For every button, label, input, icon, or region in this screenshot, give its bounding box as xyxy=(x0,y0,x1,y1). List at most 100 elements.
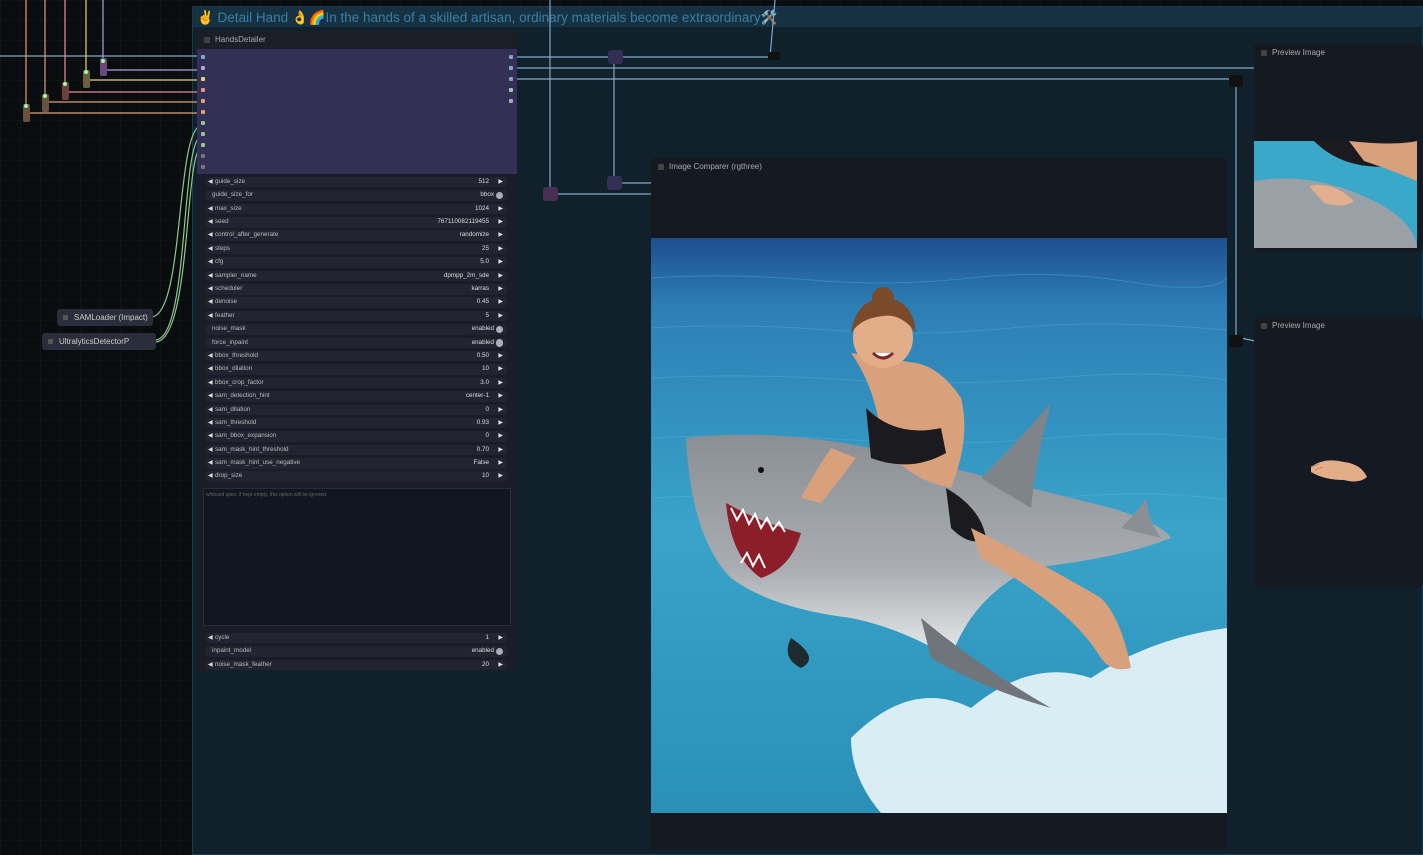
node-header[interactable]: Preview Image xyxy=(1254,317,1423,335)
increment-arrow-icon[interactable]: ▶ xyxy=(498,217,503,228)
input-slot[interactable] xyxy=(201,55,205,59)
decrement-arrow-icon[interactable]: ◀ xyxy=(208,405,213,416)
ultralytics-node[interactable]: UltralyticsDetectorP xyxy=(42,333,156,350)
decrement-arrow-icon[interactable]: ◀ xyxy=(208,297,213,308)
decrement-arrow-icon[interactable]: ◀ xyxy=(208,471,213,482)
widget-steps[interactable]: ◀ steps 25 ▶ xyxy=(205,243,508,255)
widget-seed[interactable]: ◀ seed 767110082119455 ▶ xyxy=(205,217,508,228)
input-slot[interactable] xyxy=(201,154,205,158)
output-slot[interactable] xyxy=(509,88,513,92)
toggle-knob[interactable] xyxy=(495,647,503,656)
toggle-knob[interactable] xyxy=(495,339,503,347)
decrement-arrow-icon[interactable]: ◀ xyxy=(208,364,213,375)
widget-sam-threshold[interactable]: ◀ sam_threshold 0.93 ▶ xyxy=(205,417,508,429)
increment-arrow-icon[interactable]: ▶ xyxy=(498,445,503,456)
decrement-arrow-icon[interactable]: ◀ xyxy=(208,458,213,469)
increment-arrow-icon[interactable]: ▶ xyxy=(498,297,503,308)
wildcard-textarea[interactable]: wildcard spec: if kept empty, this optio… xyxy=(203,488,511,626)
image-comparer-node[interactable]: Image Comparer (rgthree) xyxy=(651,158,1227,850)
increment-arrow-icon[interactable]: ▶ xyxy=(498,458,503,469)
increment-arrow-icon[interactable]: ▶ xyxy=(498,271,503,282)
toggle-knob[interactable] xyxy=(495,325,503,334)
decrement-arrow-icon[interactable]: ◀ xyxy=(208,204,213,215)
node-header[interactable]: Image Comparer (rgthree) xyxy=(651,158,1227,176)
widget-bbox-crop-factor[interactable]: ◀ bbox_crop_factor 3.0 ▶ xyxy=(205,377,508,389)
node-collapse-dot[interactable] xyxy=(658,164,664,170)
widget-max-size[interactable]: ◀ max_size 1024 ▶ xyxy=(205,203,508,215)
widget-drop-size[interactable]: ◀ drop_size 10 ▶ xyxy=(205,471,508,482)
node-collapse-dot[interactable] xyxy=(1261,50,1267,56)
preview-image-node-2[interactable]: Preview Image xyxy=(1254,317,1423,587)
comparer-image[interactable] xyxy=(651,238,1227,813)
decrement-arrow-icon[interactable]: ◀ xyxy=(208,351,213,362)
input-slot[interactable] xyxy=(201,66,205,70)
increment-arrow-icon[interactable]: ▶ xyxy=(498,378,503,389)
increment-arrow-icon[interactable]: ▶ xyxy=(498,311,503,322)
increment-arrow-icon[interactable]: ▶ xyxy=(498,257,503,268)
decrement-arrow-icon[interactable]: ◀ xyxy=(208,271,213,282)
widget-sam-mask-hint-use-negative[interactable]: ◀ sam_mask_hint_use_negative False ▶ xyxy=(205,458,508,469)
widget-cycle[interactable]: ◀ cycle 1 ▶ xyxy=(205,632,508,644)
widget-inpaint-model[interactable]: inpaint_model enabled xyxy=(205,646,508,657)
widget-guide-size-for[interactable]: guide_size_for bbox xyxy=(205,190,508,201)
hands-detailer-node[interactable]: HandsDetailer ◀ guide_size 512 ▶ guide_size_… xyxy=(197,31,517,671)
widget-force-inpaint[interactable]: force_inpaint enabled xyxy=(205,337,508,349)
widget-bbox-threshold[interactable]: ◀ bbox_threshold 0.50 ▶ xyxy=(205,350,508,362)
widget-feather[interactable]: ◀ feather 5 ▶ xyxy=(205,310,508,322)
widget-sampler-name[interactable]: ◀ sampler_name dpmpp_2m_sde ▶ xyxy=(205,270,508,282)
increment-arrow-icon[interactable]: ▶ xyxy=(498,405,503,416)
increment-arrow-icon[interactable]: ▶ xyxy=(498,177,503,188)
preview-image-node-1[interactable]: Preview Image xyxy=(1254,44,1423,252)
decrement-arrow-icon[interactable]: ◀ xyxy=(208,284,213,295)
increment-arrow-icon[interactable]: ▶ xyxy=(498,391,503,402)
increment-arrow-icon[interactable]: ▶ xyxy=(498,364,503,375)
increment-arrow-icon[interactable]: ▶ xyxy=(498,244,503,255)
decrement-arrow-icon[interactable]: ◀ xyxy=(208,633,213,644)
node-header[interactable]: HandsDetailer xyxy=(197,31,517,49)
output-slot[interactable] xyxy=(509,77,513,81)
toggle-knob[interactable] xyxy=(495,191,503,200)
increment-arrow-icon[interactable]: ▶ xyxy=(498,660,503,671)
decrement-arrow-icon[interactable]: ◀ xyxy=(208,217,213,228)
decrement-arrow-icon[interactable]: ◀ xyxy=(208,391,213,402)
node-collapse-dot[interactable] xyxy=(204,37,210,43)
increment-arrow-icon[interactable]: ▶ xyxy=(498,431,503,442)
decrement-arrow-icon[interactable]: ◀ xyxy=(208,445,213,456)
decrement-arrow-icon[interactable]: ◀ xyxy=(208,177,213,188)
widget-sam-mask-hint-threshold[interactable]: ◀ sam_mask_hint_threshold 0.70 ▶ xyxy=(205,444,508,456)
decrement-arrow-icon[interactable]: ◀ xyxy=(208,378,213,389)
input-slot[interactable] xyxy=(201,121,205,125)
decrement-arrow-icon[interactable]: ◀ xyxy=(208,257,213,268)
increment-arrow-icon[interactable]: ▶ xyxy=(498,204,503,215)
widget-control-after-generate[interactable]: ◀ control_after_generate randomize ▶ xyxy=(205,230,508,241)
widget-sam-dilation[interactable]: ◀ sam_dilation 0 ▶ xyxy=(205,404,508,416)
node-collapse-dot[interactable] xyxy=(63,315,68,320)
widget-cfg[interactable]: ◀ cfg 5.0 ▶ xyxy=(205,257,508,268)
widget-noise-mask-feather[interactable]: ◀ noise_mask_feather 20 ▶ xyxy=(205,659,508,671)
input-slot[interactable] xyxy=(201,110,205,114)
increment-arrow-icon[interactable]: ▶ xyxy=(498,284,503,295)
decrement-arrow-icon[interactable]: ◀ xyxy=(208,230,213,241)
decrement-arrow-icon[interactable]: ◀ xyxy=(208,431,213,442)
node-collapse-dot[interactable] xyxy=(1261,323,1267,329)
decrement-arrow-icon[interactable]: ◀ xyxy=(208,660,213,671)
input-slot[interactable] xyxy=(201,165,205,169)
input-slot[interactable] xyxy=(201,99,205,103)
decrement-arrow-icon[interactable]: ◀ xyxy=(208,418,213,429)
increment-arrow-icon[interactable]: ▶ xyxy=(498,471,503,482)
sam-loader-node[interactable]: SAMLoader (Impact) xyxy=(57,309,153,326)
output-slot[interactable] xyxy=(509,55,513,59)
increment-arrow-icon[interactable]: ▶ xyxy=(498,418,503,429)
widget-bbox-dilation[interactable]: ◀ bbox_dilation 10 ▶ xyxy=(205,364,508,375)
widget-scheduler[interactable]: ◀ scheduler karras ▶ xyxy=(205,284,508,295)
input-slot[interactable] xyxy=(201,88,205,92)
widget-guide-size[interactable]: ◀ guide_size 512 ▶ xyxy=(205,176,508,188)
increment-arrow-icon[interactable]: ▶ xyxy=(498,230,503,241)
increment-arrow-icon[interactable]: ▶ xyxy=(498,351,503,362)
widget-sam-bbox-expansion[interactable]: ◀ sam_bbox_expansion 0 ▶ xyxy=(205,431,508,442)
widget-denoise[interactable]: ◀ denoise 0.45 ▶ xyxy=(205,297,508,308)
increment-arrow-icon[interactable]: ▶ xyxy=(498,633,503,644)
input-slot[interactable] xyxy=(201,132,205,136)
decrement-arrow-icon[interactable]: ◀ xyxy=(208,244,213,255)
widget-sam-detection-hint[interactable]: ◀ sam_detection_hint center-1 ▶ xyxy=(205,391,508,402)
